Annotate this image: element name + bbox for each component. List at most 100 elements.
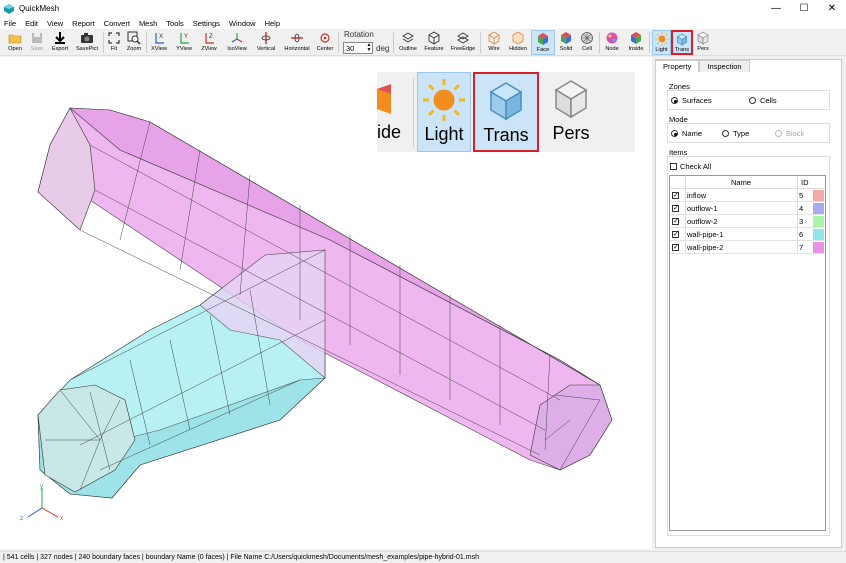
column-header-name[interactable]: Name (685, 176, 797, 189)
face-button[interactable]: Face (531, 30, 555, 55)
window-title: QuickMesh (19, 4, 60, 13)
xview-button[interactable]: X XView (148, 30, 170, 55)
iso-view-axes-icon (231, 33, 243, 43)
inset-trans-button: Trans (473, 72, 539, 152)
node-button[interactable]: Node (602, 30, 622, 55)
folder-open-icon (8, 34, 22, 44)
trans-button[interactable]: Trans (671, 30, 693, 55)
wire-button[interactable]: Wire (483, 30, 505, 55)
menu-mesh[interactable]: Mesh (139, 19, 157, 28)
menu-help[interactable]: Help (265, 19, 280, 28)
row-checkbox[interactable]: ✓ (672, 231, 679, 238)
radio-dot (749, 97, 756, 104)
row-color-swatch[interactable] (813, 190, 824, 201)
toolbar-separator (649, 32, 650, 53)
tab-property[interactable]: Property (655, 60, 700, 72)
toolbar-separator (146, 32, 147, 53)
rotation-spinner[interactable]: ▲ ▼ (366, 43, 372, 53)
menu-tools[interactable]: Tools (166, 19, 184, 28)
horizontal-rotate-icon (291, 33, 303, 43)
menu-convert[interactable]: Convert (104, 19, 130, 28)
menu-edit[interactable]: Edit (25, 19, 38, 28)
open-button[interactable]: Open (4, 30, 26, 55)
y-axis-view-icon: Y (180, 33, 189, 44)
tab-inspection[interactable]: Inspection (699, 60, 750, 72)
row-id: 6 (799, 230, 804, 239)
vertical-button[interactable]: Vertical (254, 30, 278, 55)
yview-button[interactable]: Y YView (173, 30, 195, 55)
savepict-button[interactable]: SavePict (73, 30, 101, 55)
row-checkbox[interactable]: ✓ (672, 218, 679, 225)
row-name: inflow (687, 191, 707, 200)
freeedge-button[interactable]: FreeEdge (449, 30, 477, 55)
inside-button[interactable]: Inside (625, 30, 647, 55)
svg-text:Z: Z (209, 34, 213, 40)
toolbar-separator (599, 32, 600, 53)
feature-button[interactable]: Feature (422, 30, 446, 55)
row-checkbox[interactable]: ✓ (672, 205, 679, 212)
table-row[interactable]: ✓ wall-pipe-1 6 (670, 228, 825, 241)
save-button[interactable]: Save (26, 30, 48, 55)
mode-type-radio[interactable]: Type (722, 129, 749, 138)
rotation-unit: deg (376, 44, 390, 53)
title-bar: QuickMesh — ☐ ✕ (0, 0, 846, 17)
export-button[interactable]: Export (48, 30, 72, 55)
app-window: QuickMesh — ☐ ✕ File Edit View Report Co… (0, 0, 846, 563)
light-button[interactable]: Light (652, 30, 671, 55)
zones-cells-radio[interactable]: Cells (749, 96, 777, 105)
row-checkbox[interactable]: ✓ (672, 244, 679, 251)
row-name: wall-pipe-2 (687, 243, 724, 252)
rotation-label: Rotation (344, 30, 374, 39)
toolbar: Open Save Export SavePict Fit Zoom X XVi… (0, 29, 846, 56)
column-header-id[interactable]: ID (797, 176, 825, 189)
row-color-swatch[interactable] (813, 216, 824, 227)
hidden-button[interactable]: Hidden (506, 30, 530, 55)
cell-button[interactable]: Cell (577, 30, 597, 55)
menu-file[interactable]: File (4, 19, 16, 28)
toolbar-separator (393, 32, 394, 53)
save-disk-icon (32, 33, 42, 43)
inset-sun-icon (423, 79, 465, 121)
table-row[interactable]: ✓ inflow 5 (670, 189, 825, 202)
zview-button[interactable]: Z ZView (198, 30, 220, 55)
check-all-checkbox[interactable]: Check All (670, 162, 711, 171)
zoom-button[interactable]: Zoom (124, 30, 144, 55)
row-color-swatch[interactable] (813, 229, 824, 240)
inset-partial-label: ide (377, 122, 402, 142)
table-row[interactable]: ✓ outflow-2 3 (670, 215, 825, 228)
row-checkbox[interactable]: ✓ (672, 192, 679, 199)
close-button[interactable]: ✕ (818, 0, 846, 17)
status-bar: | 541 cells | 327 nodes | 240 boundary f… (0, 551, 846, 563)
center-button[interactable]: Center (314, 30, 336, 55)
horizontal-button[interactable]: Horizontal (282, 30, 312, 55)
column-header-check (670, 176, 685, 189)
zones-surfaces-radio[interactable]: Surfaces (671, 96, 712, 105)
table-row[interactable]: ✓ outflow-1 4 (670, 202, 825, 215)
menu-report[interactable]: Report (72, 19, 95, 28)
inside-cube-icon (631, 32, 641, 44)
pers-button[interactable]: Pers (694, 30, 712, 55)
table-row[interactable]: ✓ wall-pipe-2 7 (670, 241, 825, 254)
transparent-cube-icon (676, 33, 688, 46)
outline-button[interactable]: Outline (396, 30, 420, 55)
inset-transparent-cube-icon (489, 82, 523, 121)
wireframe-cube-icon (488, 31, 500, 45)
solid-cube-icon (561, 32, 571, 44)
isoview-button[interactable]: IsoView (224, 30, 250, 55)
row-id: 5 (799, 191, 804, 200)
row-color-swatch[interactable] (813, 203, 824, 214)
row-color-swatch[interactable] (813, 242, 824, 253)
svg-text:X: X (159, 34, 163, 40)
inset-partial-cube-icon (377, 84, 391, 114)
fit-button[interactable]: Fit (105, 30, 123, 55)
menu-settings[interactable]: Settings (193, 19, 220, 28)
menu-view[interactable]: View (47, 19, 63, 28)
menu-window[interactable]: Window (229, 19, 256, 28)
mode-name-radio[interactable]: Name (671, 129, 702, 138)
minimize-button[interactable]: — (762, 0, 790, 17)
sun-light-icon (654, 32, 669, 46)
radio-dot (671, 97, 678, 104)
solid-button[interactable]: Solid (556, 30, 576, 55)
feature-cube-icon (428, 31, 440, 45)
maximize-button[interactable]: ☐ (790, 0, 818, 17)
